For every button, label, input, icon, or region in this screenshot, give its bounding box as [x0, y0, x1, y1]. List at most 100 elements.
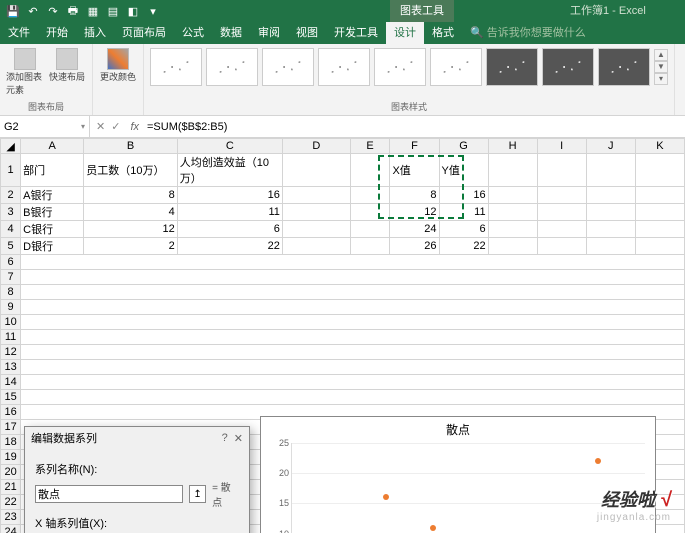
- save-icon[interactable]: 💾: [6, 4, 20, 18]
- cell[interactable]: [21, 390, 685, 405]
- cell[interactable]: [537, 204, 586, 221]
- row-header[interactable]: 2: [1, 187, 21, 204]
- cell[interactable]: [21, 315, 685, 330]
- col-header[interactable]: G: [439, 139, 488, 154]
- cell[interactable]: 11: [177, 204, 282, 221]
- cell[interactable]: [21, 300, 685, 315]
- cell[interactable]: [537, 187, 586, 204]
- row-header[interactable]: 15: [1, 390, 21, 405]
- cell[interactable]: [635, 221, 684, 238]
- data-point[interactable]: [383, 494, 389, 500]
- cell[interactable]: 16: [439, 187, 488, 204]
- row-header[interactable]: 10: [1, 315, 21, 330]
- cell[interactable]: [21, 345, 685, 360]
- cell[interactable]: [350, 204, 390, 221]
- select-all-corner[interactable]: ◢: [1, 139, 21, 154]
- name-box[interactable]: G2: [0, 116, 90, 137]
- chart-style-thumb[interactable]: [430, 48, 482, 86]
- tab-developer[interactable]: 开发工具: [326, 22, 386, 44]
- cell[interactable]: 2: [84, 238, 177, 255]
- cell[interactable]: [21, 255, 685, 270]
- cell[interactable]: 12: [390, 204, 439, 221]
- close-icon[interactable]: ✕: [234, 432, 243, 445]
- cell[interactable]: [586, 238, 635, 255]
- cell[interactable]: [282, 187, 350, 204]
- qat-icon[interactable]: ▤: [106, 4, 120, 18]
- cell[interactable]: 24: [390, 221, 439, 238]
- col-header[interactable]: B: [84, 139, 177, 154]
- tab-design[interactable]: 设计: [386, 22, 424, 44]
- cell[interactable]: 11: [439, 204, 488, 221]
- cell[interactable]: [488, 221, 537, 238]
- row-header[interactable]: 22: [1, 495, 21, 510]
- cell[interactable]: [282, 221, 350, 238]
- cell[interactable]: 员工数（10万）: [84, 154, 177, 187]
- cell[interactable]: [350, 154, 390, 187]
- chart-style-thumb[interactable]: [542, 48, 594, 86]
- cell[interactable]: [282, 238, 350, 255]
- col-header[interactable]: C: [177, 139, 282, 154]
- cell[interactable]: [21, 330, 685, 345]
- print-icon[interactable]: 🖶: [66, 4, 80, 18]
- row-header[interactable]: 23: [1, 510, 21, 525]
- cell[interactable]: [635, 187, 684, 204]
- cell[interactable]: A银行: [21, 187, 84, 204]
- chart-plot-area[interactable]: 0510152025051015202530: [291, 443, 645, 533]
- row-header[interactable]: 17: [1, 420, 21, 435]
- cell[interactable]: C银行: [21, 221, 84, 238]
- cell[interactable]: [537, 238, 586, 255]
- cell[interactable]: 8: [84, 187, 177, 204]
- gallery-scroll[interactable]: ▲▼▾: [654, 49, 668, 85]
- cell[interactable]: B银行: [21, 204, 84, 221]
- row-header[interactable]: 19: [1, 450, 21, 465]
- enter-formula-icon[interactable]: ✓: [111, 120, 120, 133]
- cell[interactable]: [586, 154, 635, 187]
- add-chart-element-button[interactable]: 添加图表元素: [6, 48, 44, 96]
- help-icon[interactable]: ?: [222, 432, 228, 445]
- series-name-input[interactable]: [35, 485, 183, 503]
- tab-formulas[interactable]: 公式: [174, 22, 212, 44]
- cell[interactable]: [537, 221, 586, 238]
- row-header[interactable]: 3: [1, 204, 21, 221]
- data-point[interactable]: [595, 458, 601, 464]
- chart-style-thumb[interactable]: [150, 48, 202, 86]
- row-header[interactable]: 18: [1, 435, 21, 450]
- cell[interactable]: [635, 204, 684, 221]
- cell[interactable]: [21, 270, 685, 285]
- cell[interactable]: 6: [439, 221, 488, 238]
- cell[interactable]: X值: [390, 154, 439, 187]
- data-point[interactable]: [430, 525, 436, 531]
- col-header[interactable]: F: [390, 139, 439, 154]
- tab-view[interactable]: 视图: [288, 22, 326, 44]
- tab-insert[interactable]: 插入: [76, 22, 114, 44]
- cell[interactable]: [21, 285, 685, 300]
- cell[interactable]: 6: [177, 221, 282, 238]
- cell[interactable]: [350, 187, 390, 204]
- tab-page-layout[interactable]: 页面布局: [114, 22, 174, 44]
- col-header[interactable]: I: [537, 139, 586, 154]
- row-header[interactable]: 1: [1, 154, 21, 187]
- fx-icon[interactable]: fx: [126, 121, 143, 133]
- cell[interactable]: Y值: [439, 154, 488, 187]
- cell[interactable]: [488, 204, 537, 221]
- switch-data-button[interactable]: 切换: [681, 48, 685, 83]
- cell[interactable]: [586, 187, 635, 204]
- chart-style-thumb[interactable]: [206, 48, 258, 86]
- spreadsheet-grid[interactable]: ◢ A B C D E F G H I J K 1 部门 员工数（10万） 人均…: [0, 138, 685, 533]
- chart-style-thumb[interactable]: [486, 48, 538, 86]
- cell[interactable]: [350, 238, 390, 255]
- row-header[interactable]: 16: [1, 405, 21, 420]
- row-header[interactable]: 14: [1, 375, 21, 390]
- qat-dropdown-icon[interactable]: ▾: [146, 4, 160, 18]
- redo-icon[interactable]: ↷: [46, 4, 60, 18]
- tab-home[interactable]: 开始: [38, 22, 76, 44]
- cell[interactable]: 8: [390, 187, 439, 204]
- tell-me-search[interactable]: 🔍 告诉我你想要做什么: [462, 22, 594, 44]
- row-header[interactable]: 6: [1, 255, 21, 270]
- cell[interactable]: [488, 154, 537, 187]
- cell[interactable]: [537, 154, 586, 187]
- col-header[interactable]: A: [21, 139, 84, 154]
- col-header[interactable]: E: [350, 139, 390, 154]
- cell[interactable]: [282, 204, 350, 221]
- row-header[interactable]: 5: [1, 238, 21, 255]
